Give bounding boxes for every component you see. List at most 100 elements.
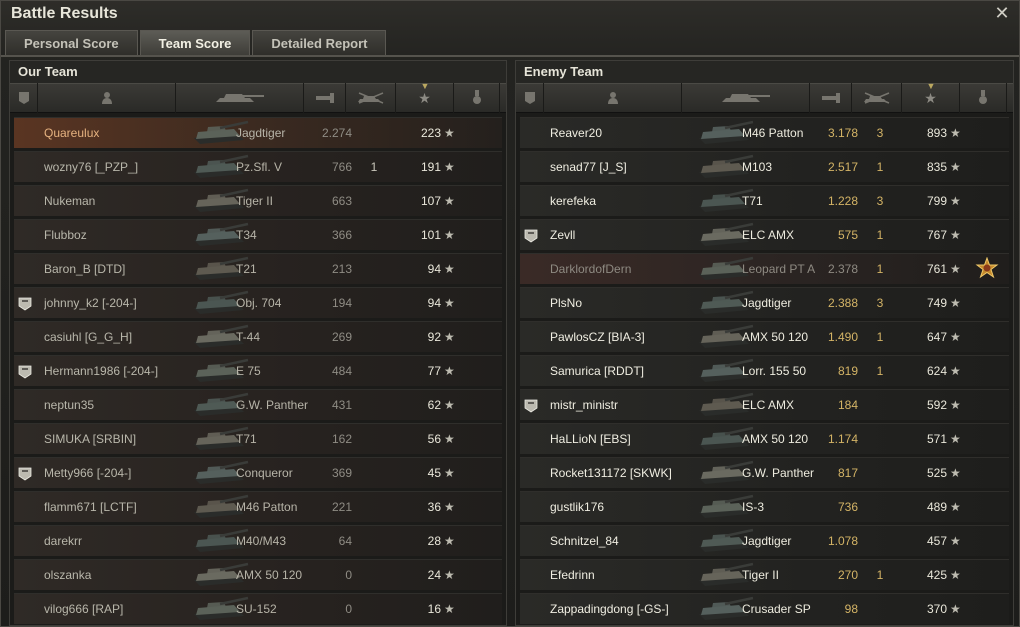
player-row[interactable]: Metty966 [-204-] Conqueror 369 45 ★ <box>14 457 502 488</box>
player-column-icon[interactable] <box>544 83 682 113</box>
xp-value: 223 <box>420 126 441 140</box>
player-row[interactable]: DarklordofDern Leopard PT A 2.378 1 761 ★ <box>520 253 1009 284</box>
damage-value: 64 <box>338 534 352 548</box>
player-name[interactable]: Nukeman <box>44 186 194 217</box>
player-row[interactable]: Zevll ELC AMX 575 1 767 ★ <box>520 219 1009 250</box>
medal-slot <box>469 563 493 588</box>
player-name[interactable]: HaLLioN [EBS] <box>550 424 700 455</box>
player-name[interactable]: senad77 [J_S] <box>550 152 700 183</box>
xp-star-icon: ★ <box>444 160 455 174</box>
player-row[interactable]: gustlik176 IS-3 736 489 ★ <box>520 491 1009 522</box>
frags-column-icon[interactable] <box>346 83 396 113</box>
tank-column-icon[interactable] <box>682 83 810 113</box>
frags-value <box>870 526 890 557</box>
player-row[interactable]: kerefeka T71 1.228 3 799 ★ <box>520 185 1009 216</box>
player-name[interactable]: PawlosCZ [BIA-3] <box>550 322 700 353</box>
tab-team-score[interactable]: Team Score <box>139 30 251 55</box>
player-row[interactable]: mistr_ministr ELC AMX 184 592 ★ <box>520 389 1009 420</box>
tab-personal-score[interactable]: Personal Score <box>5 30 138 55</box>
player-row[interactable]: HaLLioN [EBS] AMX 50 120 1.174 571 ★ <box>520 423 1009 454</box>
player-row[interactable]: Hermann1986 [-204-] E 75 484 77 ★ <box>14 355 502 386</box>
player-row[interactable]: Samurica [RDDT] Lorr. 155 50 819 1 624 ★ <box>520 355 1009 386</box>
player-row[interactable]: Flubboz T34 366 101 ★ <box>14 219 502 250</box>
player-row[interactable]: darekrr M40/M43 64 28 ★ <box>14 525 502 556</box>
xp-value: 24 <box>427 568 441 582</box>
player-name[interactable]: Flubboz <box>44 220 194 251</box>
medal-slot <box>469 359 493 384</box>
player-row[interactable]: Nukeman Tiger II 663 107 ★ <box>14 185 502 216</box>
tab-detailed-report[interactable]: Detailed Report <box>252 30 387 55</box>
player-row[interactable]: wozny76 [_PZP_] Pz.Sfl. V 766 1 191 ★ <box>14 151 502 182</box>
damage-value: 194 <box>331 296 352 310</box>
damage-value: 221 <box>331 500 352 514</box>
clan-badge-icon <box>524 603 538 617</box>
player-row[interactable]: Zappadingdong [-GS-] Crusader SP 98 370 ★ <box>520 593 1009 624</box>
xp-column-icon[interactable]: ▼ ★ <box>902 81 960 113</box>
player-name[interactable]: darekrr <box>44 526 194 557</box>
player-name[interactable]: casiuhl [G_G_H] <box>44 322 194 353</box>
damage-value: 575 <box>837 228 858 242</box>
player-row[interactable]: Efedrinn Tiger II 270 1 425 ★ <box>520 559 1009 590</box>
player-name[interactable]: Zappadingdong [-GS-] <box>550 594 700 625</box>
frags-value <box>364 356 384 387</box>
medal-column-icon[interactable] <box>454 83 500 113</box>
medal-slot <box>975 563 999 588</box>
clan-badge-icon <box>18 433 32 447</box>
clan-badge-icon <box>524 263 538 277</box>
clan-badge-icon <box>18 263 32 277</box>
player-name[interactable]: gustlik176 <box>550 492 700 523</box>
xp-star-icon: ★ <box>950 364 961 378</box>
frags-value: 1 <box>876 568 884 582</box>
player-name[interactable]: Zevll <box>550 220 700 251</box>
close-icon[interactable]: ✕ <box>993 4 1011 22</box>
player-row[interactable]: PlsNo Jagdtiger 2.388 3 749 ★ <box>520 287 1009 318</box>
player-row[interactable]: neptun35 G.W. Panther 431 62 ★ <box>14 389 502 420</box>
medal-slot <box>469 393 493 418</box>
frags-value: 1 <box>876 330 884 344</box>
xp-column-icon[interactable]: ▼ ★ <box>396 81 454 113</box>
medal-icon[interactable] <box>975 257 999 282</box>
damage-column-icon[interactable] <box>810 83 852 113</box>
player-row[interactable]: vilog666 [RAP] SU-152 0 16 ★ <box>14 593 502 624</box>
tank-column-icon[interactable] <box>176 83 304 113</box>
player-row[interactable]: Reaver20 M46 Patton 3.178 3 893 ★ <box>520 117 1009 148</box>
player-name[interactable]: PlsNo <box>550 288 700 319</box>
player-name[interactable]: DarklordofDern <box>550 254 700 285</box>
frags-column-icon[interactable] <box>852 83 902 113</box>
player-name[interactable]: johnny_k2 [-204-] <box>44 288 194 319</box>
player-row[interactable]: Quareulux Jagdtiger 2.274 223 ★ <box>14 117 502 148</box>
player-row[interactable]: flamm671 [LCTF] M46 Patton 221 36 ★ <box>14 491 502 522</box>
player-row[interactable]: PawlosCZ [BIA-3] AMX 50 120 1.490 1 647 ★ <box>520 321 1009 352</box>
player-name[interactable]: flamm671 [LCTF] <box>44 492 194 523</box>
player-row[interactable]: senad77 [J_S] M103 2.517 1 835 ★ <box>520 151 1009 182</box>
player-name[interactable]: kerefeka <box>550 186 700 217</box>
player-name[interactable]: vilog666 [RAP] <box>44 594 194 625</box>
player-name[interactable]: neptun35 <box>44 390 194 421</box>
player-name[interactable]: Hermann1986 [-204-] <box>44 356 194 387</box>
damage-column-icon[interactable] <box>304 83 346 113</box>
squad-column-icon[interactable] <box>10 83 38 113</box>
player-row[interactable]: casiuhl [G_G_H] T-44 269 92 ★ <box>14 321 502 352</box>
squad-column-icon[interactable] <box>516 83 544 113</box>
player-name[interactable]: mistr_ministr <box>550 390 700 421</box>
player-name[interactable]: Metty966 [-204-] <box>44 458 194 489</box>
player-name[interactable]: Samurica [RDDT] <box>550 356 700 387</box>
player-row[interactable]: Schnitzel_84 Jagdtiger 1.078 457 ★ <box>520 525 1009 556</box>
player-column-icon[interactable] <box>38 83 176 113</box>
player-row[interactable]: Baron_B [DTD] T21 213 94 ★ <box>14 253 502 284</box>
player-name[interactable]: Reaver20 <box>550 118 700 149</box>
player-name[interactable]: olszanka <box>44 560 194 591</box>
player-name[interactable]: wozny76 [_PZP_] <box>44 152 194 183</box>
medal-column-icon[interactable] <box>960 83 1007 113</box>
player-name[interactable]: Rocket131172 [SKWK] <box>550 458 700 489</box>
player-row[interactable]: Rocket131172 [SKWK] G.W. Panther 817 525 ★ <box>520 457 1009 488</box>
player-name[interactable]: Schnitzel_84 <box>550 526 700 557</box>
player-name[interactable]: Quareulux <box>44 118 194 149</box>
player-row[interactable]: SIMUKA [SRBIN] T71 162 56 ★ <box>14 423 502 454</box>
player-row[interactable]: olszanka AMX 50 120 0 24 ★ <box>14 559 502 590</box>
player-row[interactable]: johnny_k2 [-204-] Obj. 704 194 94 ★ <box>14 287 502 318</box>
player-name[interactable]: Baron_B [DTD] <box>44 254 194 285</box>
player-name[interactable]: Efedrinn <box>550 560 700 591</box>
player-name[interactable]: SIMUKA [SRBIN] <box>44 424 194 455</box>
tab-divider <box>1 55 1019 57</box>
